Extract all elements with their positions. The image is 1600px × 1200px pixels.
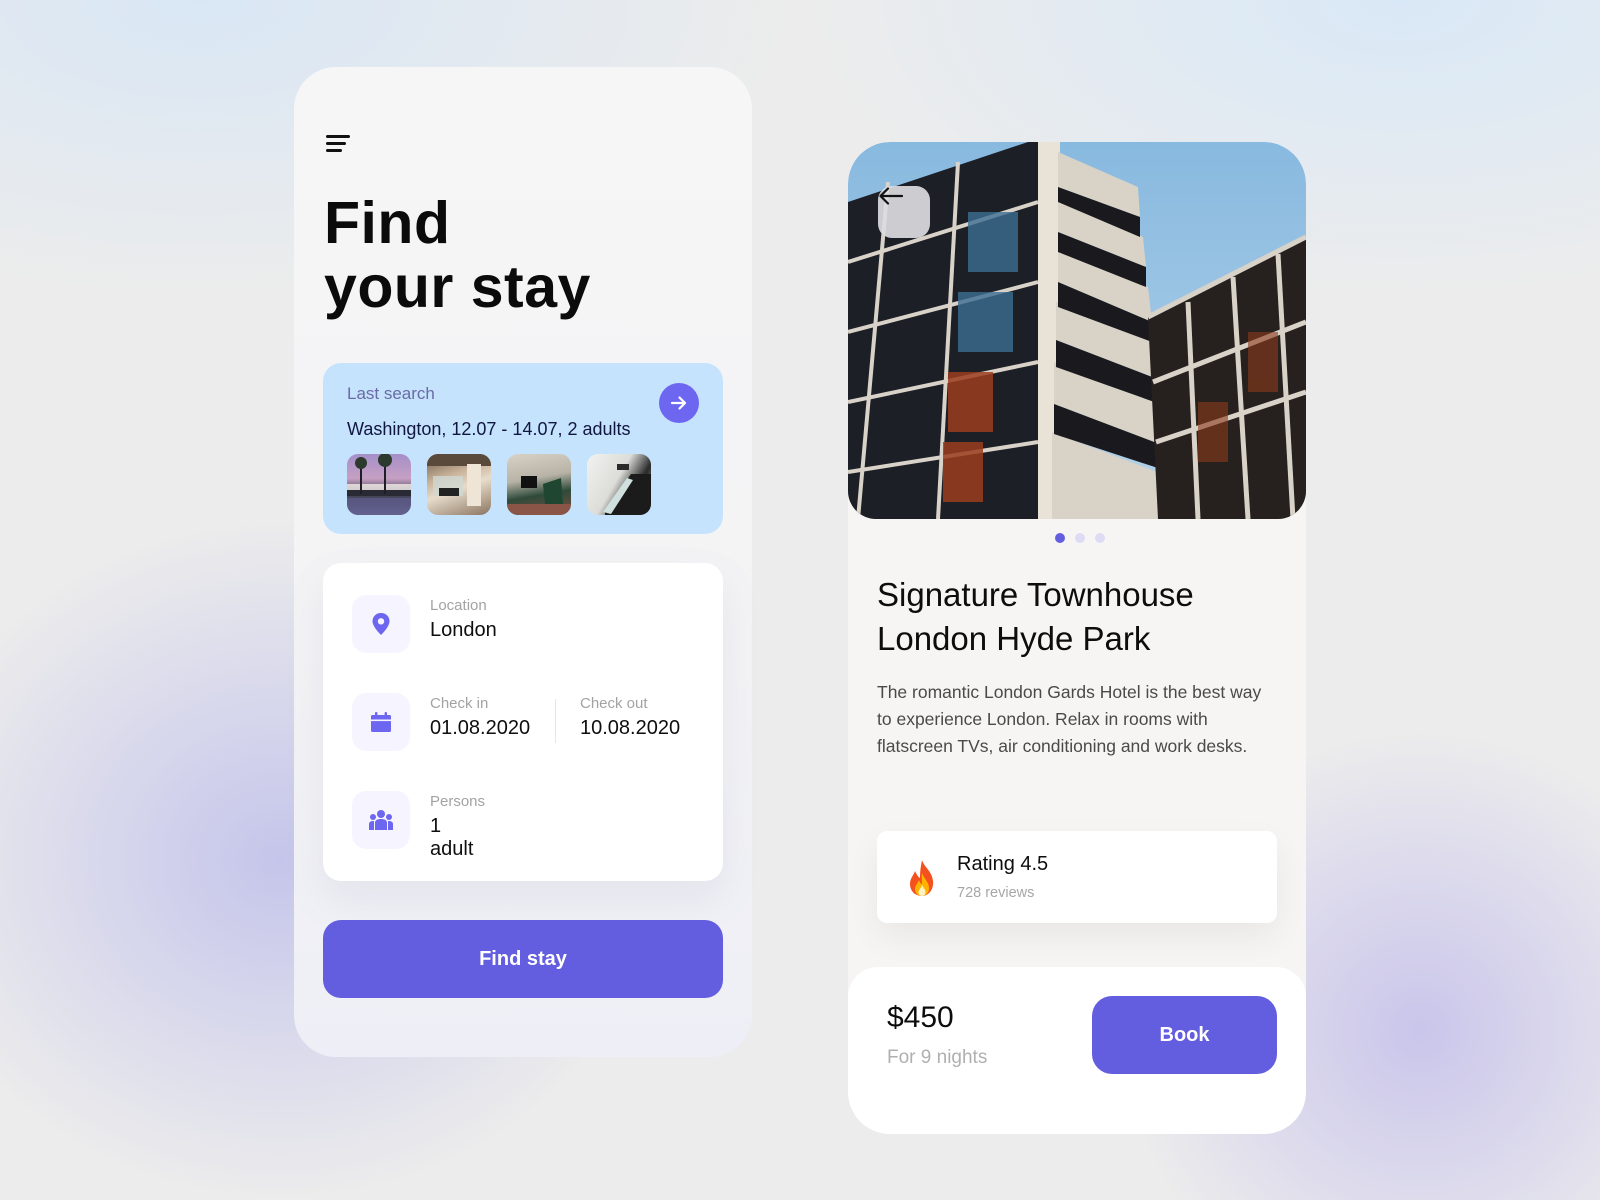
price: $450: [887, 1001, 954, 1034]
reviews-count[interactable]: 728 reviews: [957, 885, 1034, 901]
carousel-indicator: [1055, 533, 1105, 543]
check-in-label: Check in: [430, 695, 489, 712]
price-note: For 9 nights: [887, 1047, 988, 1068]
search-form: Location London Check in 01.08.2020 Chec…: [323, 563, 723, 881]
carousel-dot-1[interactable]: [1055, 533, 1065, 543]
last-search-thumbnails: [347, 454, 651, 515]
date-divider: [555, 699, 556, 743]
carousel-dot-3[interactable]: [1095, 533, 1105, 543]
thumbnail-lobby[interactable]: [427, 454, 491, 515]
booking-bar: $450 For 9 nights Book: [848, 967, 1306, 1134]
rating-card[interactable]: Rating 4.5 728 reviews: [877, 831, 1277, 923]
carousel-dot-2[interactable]: [1075, 533, 1085, 543]
thumbnail-resort-pool[interactable]: [347, 454, 411, 515]
page-title: Find your stay: [324, 191, 591, 319]
hotel-name-line1: Signature Townhouse: [877, 576, 1194, 613]
persons-label: Persons: [430, 793, 486, 810]
fire-icon: [910, 860, 934, 896]
arrow-right-icon: [670, 396, 687, 410]
page-title-line2: your stay: [324, 254, 591, 320]
book-button[interactable]: Book: [1092, 996, 1277, 1074]
persons-value[interactable]: 1 adult: [430, 815, 485, 861]
back-button[interactable]: [878, 186, 930, 238]
rating-value: Rating 4.5: [957, 853, 1049, 875]
thumbnail-lounge[interactable]: [507, 454, 571, 515]
hotel-photo[interactable]: [848, 142, 1306, 519]
check-in-value[interactable]: 01.08.2020: [430, 717, 530, 740]
location-value[interactable]: London: [430, 619, 497, 642]
calendar-icon: [371, 712, 391, 732]
location-label: Location: [430, 597, 487, 614]
check-out-field[interactable]: Check out 10.08.2020: [580, 695, 680, 740]
search-screen: Find your stay Last search Washington, 1…: [294, 67, 752, 1057]
hotel-name: Signature Townhouse London Hyde Park: [877, 573, 1277, 661]
hotel-detail-screen: Signature Townhouse London Hyde Park The…: [848, 142, 1306, 1134]
find-stay-button[interactable]: Find stay: [323, 920, 723, 998]
check-in-field[interactable]: Check in 01.08.2020: [430, 695, 530, 740]
check-out-value[interactable]: 10.08.2020: [580, 717, 680, 740]
location-pin-icon: [372, 613, 390, 635]
last-search-value: Washington, 12.07 - 14.07, 2 adults: [347, 419, 631, 439]
arrow-left-icon: [879, 187, 904, 205]
thumbnail-staircase[interactable]: [587, 454, 651, 515]
persons-field[interactable]: Persons 1 adult: [352, 791, 485, 860]
last-search-go-button[interactable]: [659, 383, 699, 423]
check-out-label: Check out: [580, 695, 648, 712]
people-icon: [369, 810, 393, 830]
hotel-name-line2: London Hyde Park: [877, 620, 1151, 657]
hotel-description: The romantic London Gards Hotel is the b…: [877, 682, 1262, 756]
dates-field: Check in 01.08.2020 Check out 10.08.2020: [352, 693, 712, 751]
page-title-line1: Find: [324, 190, 451, 256]
last-search-label: Last search: [347, 384, 435, 403]
last-search-card[interactable]: Last search Washington, 12.07 - 14.07, 2…: [323, 363, 723, 534]
menu-icon[interactable]: [326, 135, 352, 155]
location-field[interactable]: Location London: [352, 595, 497, 653]
